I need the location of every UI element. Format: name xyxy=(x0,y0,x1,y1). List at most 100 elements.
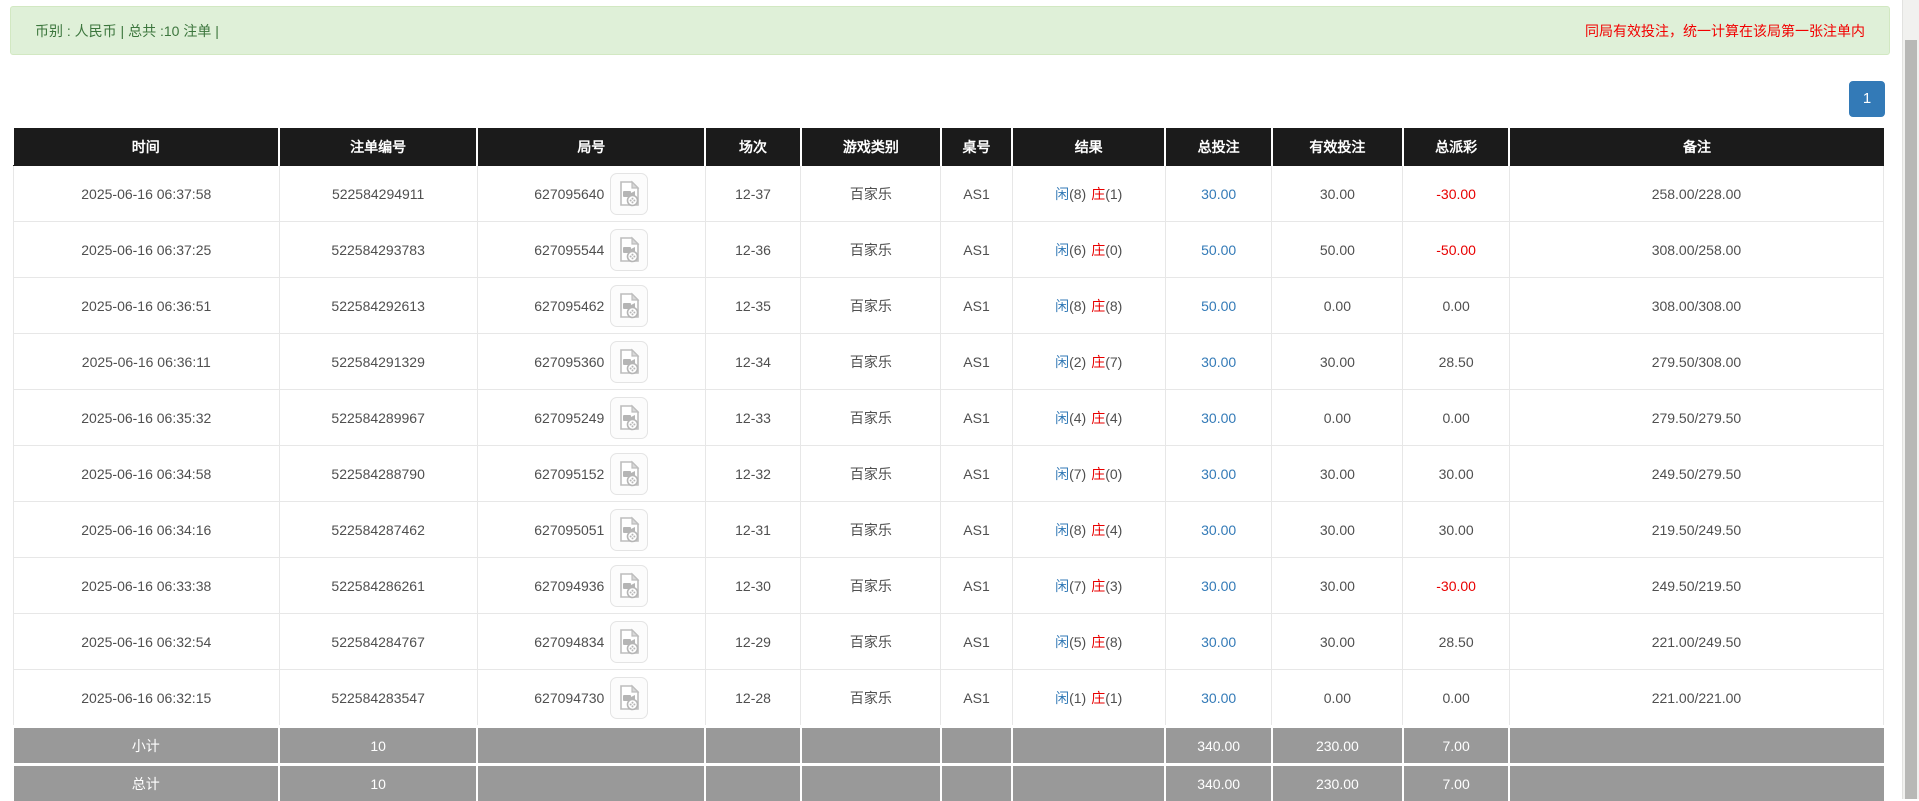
cell-game-type: 百家乐 xyxy=(801,502,941,558)
total-label: 总计 xyxy=(14,765,280,801)
cell-table-no: AS1 xyxy=(941,334,1012,390)
table-body: 2025-06-16 06:37:58 522584294911 6270956… xyxy=(14,166,1884,727)
cell-result: 闲(8)庄(4) xyxy=(1012,502,1165,558)
video-replay-icon[interactable] xyxy=(610,229,648,271)
video-replay-icon[interactable] xyxy=(610,173,648,215)
round-number: 627094834 xyxy=(534,634,604,650)
total-bet-link[interactable]: 30.00 xyxy=(1201,354,1236,370)
cell-total-bet: 30.00 xyxy=(1165,558,1272,614)
cell-valid-bet: 30.00 xyxy=(1272,334,1403,390)
result-player-label: 闲 xyxy=(1055,242,1069,258)
cell-time: 2025-06-16 06:34:16 xyxy=(14,502,280,558)
cell-table-no: AS1 xyxy=(941,558,1012,614)
cell-round-no: 627095152 xyxy=(477,446,705,502)
bet-records-table: 时间注单编号局号场次游戏类别桌号结果总投注有效投注总派彩备注 2025-06-1… xyxy=(13,128,1884,801)
video-replay-icon[interactable] xyxy=(610,341,648,383)
cell-round-no: 627095051 xyxy=(477,502,705,558)
result-banker-value: (0) xyxy=(1105,242,1122,258)
table-row: 2025-06-16 06:36:51 522584292613 6270954… xyxy=(14,278,1884,334)
round-number: 627095640 xyxy=(534,186,604,202)
summary-banner: 币别 : 人民币 | 总共 :10 注单 | 同局有效投注，统一计算在该局第一张… xyxy=(10,6,1890,55)
total-row: 总计 10 340.00 230.00 7.00 xyxy=(14,765,1884,801)
result-player-label: 闲 xyxy=(1055,522,1069,538)
video-replay-icon[interactable] xyxy=(610,621,648,663)
cell-remark: 258.00/228.00 xyxy=(1509,166,1883,222)
total-bet-link[interactable]: 30.00 xyxy=(1201,690,1236,706)
cell-time: 2025-06-16 06:37:58 xyxy=(14,166,280,222)
result-banker-label: 庄 xyxy=(1091,522,1105,538)
cell-total-bet: 50.00 xyxy=(1165,222,1272,278)
cell-table-no: AS1 xyxy=(941,278,1012,334)
result-player-value: (4) xyxy=(1069,410,1086,426)
cell-remark: 221.00/249.50 xyxy=(1509,614,1883,670)
result-banker-label: 庄 xyxy=(1091,578,1105,594)
video-replay-icon[interactable] xyxy=(610,285,648,327)
cell-result: 闲(1)庄(1) xyxy=(1012,670,1165,727)
result-banker-value: (7) xyxy=(1105,354,1122,370)
total-bet-link[interactable]: 30.00 xyxy=(1201,634,1236,650)
cell-session: 12-31 xyxy=(705,502,800,558)
cell-result: 闲(4)庄(4) xyxy=(1012,390,1165,446)
cell-time: 2025-06-16 06:37:25 xyxy=(14,222,280,278)
total-bet-link[interactable]: 30.00 xyxy=(1201,186,1236,202)
cell-time: 2025-06-16 06:32:54 xyxy=(14,614,280,670)
result-player-label: 闲 xyxy=(1055,634,1069,650)
video-replay-icon[interactable] xyxy=(610,453,648,495)
total-bet-link[interactable]: 30.00 xyxy=(1201,522,1236,538)
table-row: 2025-06-16 06:33:38 522584286261 6270949… xyxy=(14,558,1884,614)
cell-payout: 0.00 xyxy=(1403,670,1510,727)
total-count: 10 xyxy=(279,765,477,801)
result-player-value: (8) xyxy=(1069,298,1086,314)
video-replay-icon[interactable] xyxy=(610,677,648,719)
cell-bet-id: 522584286261 xyxy=(279,558,477,614)
cell-session: 12-28 xyxy=(705,670,800,727)
cell-result: 闲(7)庄(0) xyxy=(1012,446,1165,502)
cell-bet-id: 522584284767 xyxy=(279,614,477,670)
result-banker-label: 庄 xyxy=(1091,634,1105,650)
total-bet-link[interactable]: 50.00 xyxy=(1201,298,1236,314)
cell-round-no: 627094730 xyxy=(477,670,705,727)
result-banker-label: 庄 xyxy=(1091,186,1105,202)
subtotal-payout: 7.00 xyxy=(1403,727,1510,765)
column-header-valid-bet: 有效投注 xyxy=(1272,128,1403,166)
round-number: 627095249 xyxy=(534,410,604,426)
result-banker-value: (8) xyxy=(1105,298,1122,314)
cell-payout: -30.00 xyxy=(1403,558,1510,614)
pagination-page-button[interactable]: 1 xyxy=(1849,81,1885,117)
cell-round-no: 627095249 xyxy=(477,390,705,446)
cell-total-bet: 30.00 xyxy=(1165,502,1272,558)
cell-table-no: AS1 xyxy=(941,502,1012,558)
column-header-time: 时间 xyxy=(14,128,280,166)
cell-total-bet: 30.00 xyxy=(1165,614,1272,670)
scrollbar-thumb[interactable] xyxy=(1905,40,1917,799)
cell-total-bet: 30.00 xyxy=(1165,390,1272,446)
cell-payout: 28.50 xyxy=(1403,614,1510,670)
result-player-label: 闲 xyxy=(1055,578,1069,594)
result-player-value: (7) xyxy=(1069,578,1086,594)
total-bet-link[interactable]: 50.00 xyxy=(1201,242,1236,258)
total-bet-link[interactable]: 30.00 xyxy=(1201,578,1236,594)
cell-table-no: AS1 xyxy=(941,166,1012,222)
result-player-label: 闲 xyxy=(1055,690,1069,706)
cell-total-bet: 50.00 xyxy=(1165,278,1272,334)
total-bet-link[interactable]: 30.00 xyxy=(1201,410,1236,426)
table-row: 2025-06-16 06:34:16 522584287462 6270950… xyxy=(14,502,1884,558)
cell-session: 12-29 xyxy=(705,614,800,670)
video-replay-icon[interactable] xyxy=(610,509,648,551)
cell-valid-bet: 30.00 xyxy=(1272,614,1403,670)
video-replay-icon[interactable] xyxy=(610,397,648,439)
table-header-row: 时间注单编号局号场次游戏类别桌号结果总投注有效投注总派彩备注 xyxy=(14,128,1884,166)
cell-session: 12-35 xyxy=(705,278,800,334)
cell-payout: 30.00 xyxy=(1403,446,1510,502)
cell-valid-bet: 0.00 xyxy=(1272,390,1403,446)
cell-game-type: 百家乐 xyxy=(801,390,941,446)
video-replay-icon[interactable] xyxy=(610,565,648,607)
vertical-scrollbar[interactable] xyxy=(1902,0,1919,799)
result-banker-label: 庄 xyxy=(1091,410,1105,426)
subtotal-row: 小计 10 340.00 230.00 7.00 xyxy=(14,727,1884,765)
round-number: 627095051 xyxy=(534,522,604,538)
cell-result: 闲(8)庄(1) xyxy=(1012,166,1165,222)
cell-valid-bet: 30.00 xyxy=(1272,558,1403,614)
cell-session: 12-30 xyxy=(705,558,800,614)
total-bet-link[interactable]: 30.00 xyxy=(1201,466,1236,482)
